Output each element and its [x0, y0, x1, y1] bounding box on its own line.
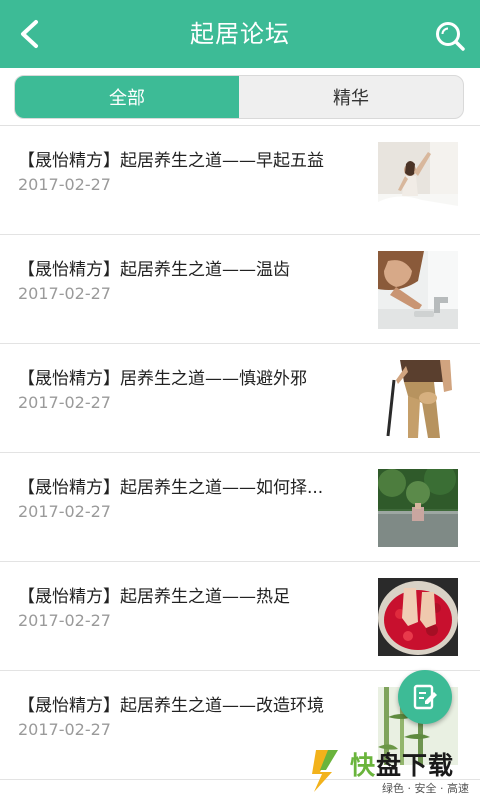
segmented-control: 全部 精华	[14, 75, 464, 119]
brand-logo-icon	[312, 750, 338, 792]
foot-bath-petals-photo	[378, 578, 458, 656]
edit-post-icon	[413, 684, 437, 710]
list-item[interactable]: 【晟怡精方】居养生之道——慎避外邪 2017-02-27	[0, 344, 480, 453]
list-item[interactable]: 【晟怡精方】起居养生之道——热足 2017-02-27	[0, 562, 480, 671]
post-date: 2017-02-27	[18, 720, 111, 739]
post-title: 【晟怡精方】起居养生之道——热足	[18, 587, 290, 607]
list-item[interactable]: 【晟怡精方】起居养生之道——温齿 2017-02-27	[0, 235, 480, 344]
watermark-tagline: 绿色 · 安全 · 高速	[382, 782, 469, 795]
new-post-button[interactable]	[398, 670, 452, 724]
tab-all[interactable]: 全部	[15, 76, 239, 118]
park-bridge-photo	[378, 469, 458, 547]
post-date: 2017-02-27	[18, 393, 111, 412]
search-button[interactable]	[430, 16, 470, 56]
post-date: 2017-02-27	[18, 502, 111, 521]
post-title: 【晟怡精方】居养生之道——慎避外邪	[18, 369, 307, 389]
post-date: 2017-02-27	[18, 284, 111, 303]
post-title: 【晟怡精方】起居养生之道——改造环境	[18, 696, 324, 716]
post-date: 2017-02-27	[18, 611, 111, 630]
tab-bar: 全部 精华	[0, 68, 480, 126]
post-title: 【晟怡精方】起居养生之道——早起五益	[18, 151, 324, 171]
post-date: 2017-02-27	[18, 175, 111, 194]
post-title: 【晟怡精方】起居养生之道——如何择...	[18, 478, 324, 498]
page-title: 起居论坛	[190, 20, 290, 48]
tab-featured[interactable]: 精华	[239, 76, 463, 118]
watermark-green: 快	[350, 751, 377, 780]
top-bar: 起居论坛	[0, 0, 480, 68]
knee-pain-photo	[378, 360, 458, 438]
list-item[interactable]: 【晟怡精方】起居养生之道——早起五益 2017-02-27	[0, 126, 480, 235]
woman-stretching-photo	[378, 142, 458, 220]
watermark: 快盘下载 绿色 · 安全 · 高速	[300, 740, 480, 800]
list-item[interactable]: 【晟怡精方】起居养生之道——如何择... 2017-02-27	[0, 453, 480, 562]
watermark-text: 快盘下载	[350, 746, 454, 782]
post-title: 【晟怡精方】起居养生之道——温齿	[18, 260, 290, 280]
brushing-teeth-photo	[378, 251, 458, 329]
watermark-dark: 盘下载	[376, 751, 455, 780]
search-icon	[436, 22, 465, 51]
